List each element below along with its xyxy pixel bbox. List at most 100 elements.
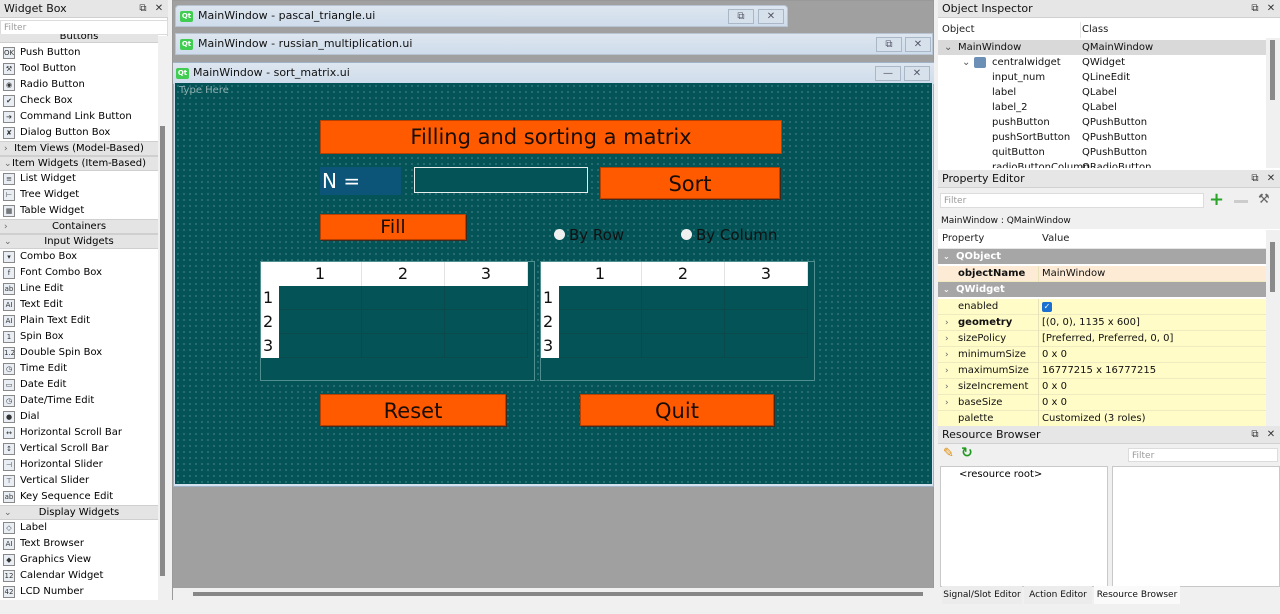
property-value[interactable]: Customized (3 roles) — [1042, 411, 1146, 427]
property-row-basesize[interactable]: › baseSize 0 x 0 — [938, 395, 1266, 411]
widget-item-time-edit[interactable]: ◷ Time Edit — [0, 361, 158, 377]
widget-item-spin-box[interactable]: 1 Spin Box — [0, 329, 158, 345]
property-value[interactable]: 0 x 0 — [1042, 395, 1067, 411]
minimize-icon[interactable]: — — [875, 66, 901, 81]
category-display-widgets[interactable]: ⌄ Display Widgets — [0, 505, 158, 520]
category-containers[interactable]: › Containers — [0, 219, 158, 234]
table-cell[interactable] — [445, 310, 528, 334]
table-cell[interactable] — [279, 334, 362, 358]
close-icon[interactable]: ✕ — [1264, 0, 1278, 18]
row-header[interactable]: 2 — [261, 310, 279, 334]
object-tree-row[interactable]: quitButton QPushButton — [938, 145, 1266, 160]
object-tree-row[interactable]: input_num QLineEdit — [938, 70, 1266, 85]
subwindow-russian-title-bar[interactable]: Qt MainWindow - russian_multiplication.u… — [175, 33, 933, 55]
category-item-views-model-based[interactable]: › Item Views (Model-Based) — [0, 141, 158, 156]
widget-box-scrollbar[interactable] — [158, 36, 168, 600]
widget-item-dialog-button-box[interactable]: ✘ Dialog Button Box — [0, 125, 158, 141]
property-filter-input[interactable]: Filter — [940, 193, 1204, 208]
chevron-right-icon[interactable]: › — [945, 395, 949, 411]
tab-action-editor[interactable]: Action Editor — [1024, 586, 1092, 604]
column-header[interactable]: 2 — [642, 262, 725, 286]
close-icon[interactable]: ✕ — [1264, 170, 1278, 188]
menu-type-here[interactable]: Type Here — [179, 85, 229, 96]
table-cell[interactable] — [445, 334, 528, 358]
property-row-minimumsize[interactable]: › minimumSize 0 x 0 — [938, 347, 1266, 363]
table-cell[interactable] — [362, 286, 445, 310]
close-icon[interactable]: ✕ — [905, 37, 931, 52]
widget-item-label[interactable]: ◇ Label — [0, 520, 158, 536]
edit-resources-pencil-icon[interactable]: ✎ — [943, 446, 954, 461]
property-value[interactable]: 0 x 0 — [1042, 347, 1067, 363]
property-value[interactable]: [(0, 0), 1135 x 600] — [1042, 315, 1140, 331]
row-header[interactable]: 3 — [261, 334, 279, 358]
widget-item-check-box[interactable]: ✔ Check Box — [0, 93, 158, 109]
property-group-qwidget[interactable]: ⌄ QWidget — [938, 282, 1266, 297]
widget-item-tool-button[interactable]: ⚒ Tool Button — [0, 61, 158, 77]
resource-file-list[interactable] — [1112, 466, 1280, 587]
chevron-down-icon[interactable]: ⌄ — [944, 40, 952, 55]
restore-icon[interactable]: ⧉ — [876, 37, 902, 52]
table-cell[interactable] — [725, 286, 808, 310]
column-header-value[interactable]: Value — [1042, 230, 1069, 248]
float-icon[interactable]: ⧉ — [1248, 170, 1262, 188]
widget-item-vertical-scroll-bar[interactable]: ↕ Vertical Scroll Bar — [0, 441, 158, 457]
widget-item-plain-text-edit[interactable]: AI Plain Text Edit — [0, 313, 158, 329]
configure-wrench-icon[interactable]: ⚒ — [1258, 192, 1270, 207]
radio-indicator[interactable] — [554, 229, 565, 240]
category-input-widgets[interactable]: ⌄ Input Widgets — [0, 234, 158, 249]
property-row-geometry[interactable]: › geometry [(0, 0), 1135 x 600] — [938, 315, 1266, 331]
widget-box-filter-input[interactable]: Filter — [0, 20, 168, 35]
widget-item-line-edit[interactable]: ab Line Edit — [0, 281, 158, 297]
radio-indicator[interactable] — [681, 229, 692, 240]
n-input[interactable] — [414, 167, 588, 193]
chevron-right-icon[interactable]: › — [945, 347, 949, 363]
row-header[interactable]: 1 — [541, 286, 559, 310]
subwindow-sort-title-bar[interactable]: Qt MainWindow - sort_matrix.ui — ✕ — [173, 63, 934, 84]
scrollbar-thumb[interactable] — [160, 126, 165, 576]
resource-filter-input[interactable]: Filter — [1128, 448, 1278, 462]
table-cell[interactable] — [725, 310, 808, 334]
float-icon[interactable]: ⧉ — [1248, 426, 1262, 444]
object-tree-row[interactable]: label QLabel — [938, 85, 1266, 100]
row-header[interactable]: 1 — [261, 286, 279, 310]
object-tree-row[interactable]: pushButton QPushButton — [938, 115, 1266, 130]
widget-item-double-spin-box[interactable]: 1.2 Double Spin Box — [0, 345, 158, 361]
property-row-maximumsize[interactable]: › maximumSize 16777215 x 16777215 — [938, 363, 1266, 379]
row-header[interactable]: 2 — [541, 310, 559, 334]
table-cell[interactable] — [445, 286, 528, 310]
widget-item-date-time-edit[interactable]: ◷ Date/Time Edit — [0, 393, 158, 409]
quit-button[interactable]: Quit — [580, 394, 774, 426]
column-header[interactable]: 3 — [725, 262, 808, 286]
chevron-right-icon[interactable]: › — [945, 331, 949, 347]
widget-item-font-combo-box[interactable]: f Font Combo Box — [0, 265, 158, 281]
category-buttons[interactable]: Buttons — [0, 34, 158, 43]
property-value[interactable]: 16777215 x 16777215 — [1042, 363, 1156, 379]
fill-button[interactable]: Fill — [320, 214, 466, 240]
column-header-property[interactable]: Property — [942, 230, 984, 248]
property-editor-scrollbar[interactable] — [1266, 230, 1280, 426]
table-cell[interactable] — [279, 310, 362, 334]
row-header[interactable]: 3 — [541, 334, 559, 358]
column-header[interactable]: 3 — [445, 262, 528, 286]
object-inspector-scrollbar[interactable] — [1266, 38, 1280, 168]
widget-item-lcd-number[interactable]: 42 LCD Number — [0, 584, 158, 600]
float-icon[interactable]: ⧉ — [136, 0, 150, 18]
column-header[interactable]: 1 — [279, 262, 362, 286]
table-cell[interactable] — [725, 334, 808, 358]
sort-button[interactable]: Sort — [600, 167, 780, 199]
widget-item-command-link-button[interactable]: ➔ Command Link Button — [0, 109, 158, 125]
tab-resource-browser[interactable]: Resource Browser — [1094, 586, 1180, 604]
property-value[interactable]: [Preferred, Preferred, 0, 0] — [1042, 331, 1173, 347]
close-icon[interactable]: ✕ — [758, 9, 784, 24]
widget-item-date-edit[interactable]: ▭ Date Edit — [0, 377, 158, 393]
widget-item-push-button[interactable]: OK Push Button — [0, 45, 158, 61]
table-cell[interactable] — [362, 310, 445, 334]
widget-item-horizontal-slider[interactable]: ⊣ Horizontal Slider — [0, 457, 158, 473]
object-tree-row[interactable]: ⌄ centralwidget QWidget — [938, 55, 1266, 70]
widget-item-calendar-widget[interactable]: 12 Calendar Widget — [0, 568, 158, 584]
widget-item-horizontal-scroll-bar[interactable]: ↔ Horizontal Scroll Bar — [0, 425, 158, 441]
chevron-right-icon[interactable]: › — [945, 315, 949, 331]
widget-item-table-widget[interactable]: ▦ Table Widget — [0, 203, 158, 219]
matrix-table-right[interactable]: 123123 — [540, 261, 815, 381]
table-cell[interactable] — [559, 310, 642, 334]
